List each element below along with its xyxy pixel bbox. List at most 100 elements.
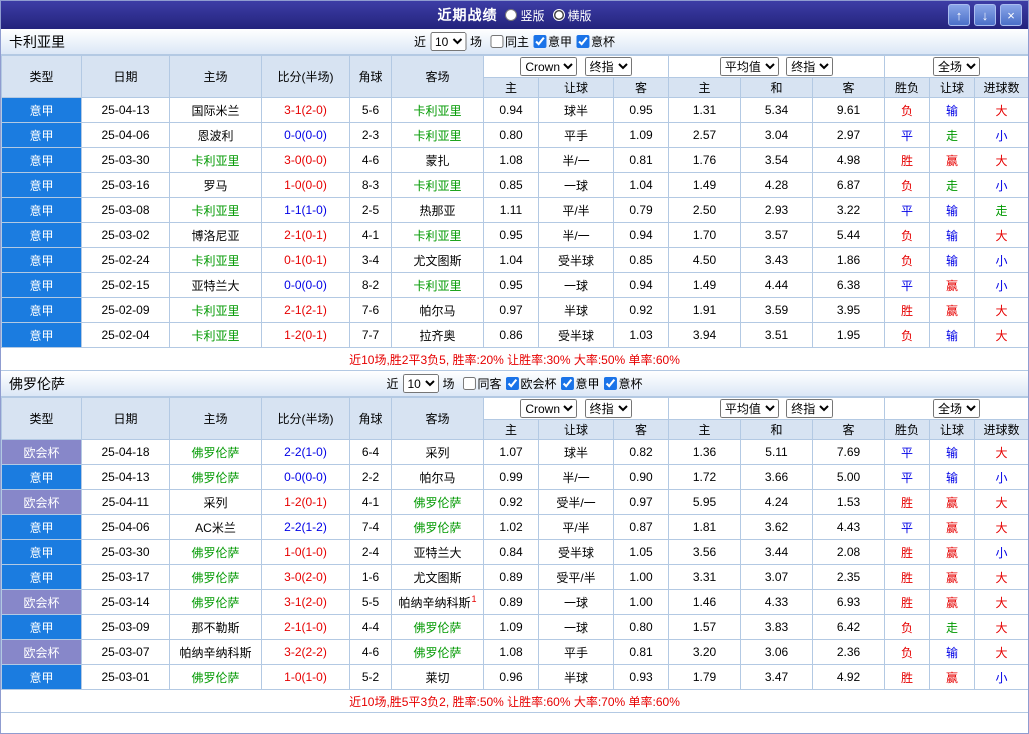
- corner-count: 4-1: [349, 489, 392, 515]
- result-handicap: 输: [929, 464, 976, 490]
- filter-欧会杯[interactable]: 欧会杯: [505, 375, 557, 392]
- asian-handicap: 半/一: [538, 147, 614, 173]
- asian-handicap: 半/一: [538, 222, 614, 248]
- recent-results-popup: 近期战绩 竖版 横版 ↑ ↓ × 卡利亚里 近 10 场 同主 意甲 意杯 类型…: [0, 0, 1029, 734]
- match-row: 欧会杯 25-03-07 帕纳辛纳科斯 3-2(2-2) 4-6 佛罗伦萨 1.08 平手 0.…: [1, 639, 1028, 665]
- result-handicap: 输: [929, 247, 976, 273]
- scope-select[interactable]: 全场: [933, 57, 981, 76]
- bookmaker-select[interactable]: Crown: [520, 399, 578, 418]
- home-team: 博洛尼亚: [169, 222, 262, 248]
- asian-home-odds: 1.07: [483, 439, 539, 465]
- asian-away-odds: 0.81: [613, 147, 669, 173]
- euro-home-odds: 1.31: [668, 97, 741, 123]
- layout-radio-input[interactable]: [505, 9, 518, 21]
- match-date: 25-03-01: [81, 664, 170, 690]
- result-winloss: 负: [884, 639, 931, 665]
- filter-意杯[interactable]: 意杯: [603, 375, 643, 392]
- result-goals: 大: [974, 564, 1028, 590]
- asian-handicap: 平/半: [538, 197, 614, 223]
- filter-意甲[interactable]: 意甲: [533, 33, 572, 50]
- filter-checkbox[interactable]: [603, 377, 617, 390]
- match-rows: 欧会杯 25-04-18 佛罗伦萨 2-2(1-0) 6-4 采列 1.07 球半 0.82 1.…: [1, 439, 1028, 690]
- home-team: 卡利亚里: [169, 322, 262, 348]
- filter-checkbox[interactable]: [505, 377, 519, 390]
- euro-home-odds: 1.57: [668, 614, 741, 640]
- results-table: 类型 日期 主场 比分(半场) 角球 客场 Crown 终指 平均值 终指 全场…: [1, 397, 1028, 690]
- euro-type-select[interactable]: 终指: [786, 57, 834, 76]
- corner-count: 1-6: [349, 564, 392, 590]
- asian-away-odds: 0.93: [613, 664, 669, 690]
- euro-source-select[interactable]: 平均值: [719, 57, 779, 76]
- away-team: 热那亚: [391, 197, 484, 223]
- asian-home-odds: 1.02: [483, 514, 539, 540]
- layout-radio-vertical[interactable]: 竖版: [505, 7, 545, 24]
- filter-意杯[interactable]: 意杯: [576, 33, 615, 50]
- euro-home-odds: 2.57: [668, 122, 741, 148]
- layout-radio-horizontal[interactable]: 横版: [552, 7, 592, 24]
- move-down-button[interactable]: ↓: [974, 4, 996, 26]
- match-row: 欧会杯 25-04-18 佛罗伦萨 2-2(1-0) 6-4 采列 1.07 球半 0.82 1.…: [1, 439, 1028, 465]
- away-team: 拉齐奥: [391, 322, 484, 348]
- euro-away-odds: 6.87: [811, 172, 886, 198]
- asian-handicap: 受平/半: [538, 564, 614, 590]
- euro-away-odds: 6.38: [811, 272, 886, 298]
- filter-checkbox[interactable]: [533, 35, 547, 48]
- scope-select[interactable]: 全场: [933, 399, 981, 418]
- asian-handicap: 半球: [538, 664, 614, 690]
- match-score: 3-2(2-2): [261, 639, 350, 665]
- asian-handicap: 一球: [538, 272, 614, 298]
- match-score: 0-0(0-0): [261, 272, 350, 298]
- asian-odds-select-cell: Crown 终指: [483, 397, 669, 420]
- result-handicap: 输: [929, 97, 976, 123]
- matches-label: 场: [469, 35, 482, 49]
- filter-意甲[interactable]: 意甲: [560, 375, 600, 392]
- filter-checkbox[interactable]: [462, 377, 476, 390]
- result-handicap: 赢: [929, 539, 976, 565]
- odds-type-select[interactable]: 终指: [584, 57, 632, 76]
- col-header-handicap-result: 让球: [929, 77, 976, 98]
- section-header: 卡利亚里 近 10 场 同主 意甲 意杯: [1, 29, 1028, 55]
- match-row: 意甲 25-03-01 佛罗伦萨 1-0(1-0) 5-2 莱切 0.96 半球 0.93 1.7…: [1, 664, 1028, 690]
- close-button[interactable]: ×: [1000, 4, 1022, 26]
- corner-count: 5-5: [349, 589, 392, 615]
- filter-checkbox[interactable]: [560, 377, 574, 390]
- col-header-date: 日期: [81, 397, 170, 440]
- asian-home-odds: 1.08: [483, 147, 539, 173]
- asian-home-odds: 0.89: [483, 564, 539, 590]
- layout-radio-input[interactable]: [552, 9, 565, 21]
- filter-同主[interactable]: 同主: [489, 33, 529, 50]
- result-winloss: 胜: [884, 539, 931, 565]
- euro-source-select[interactable]: 平均值: [719, 399, 779, 418]
- col-header-corners: 角球: [349, 55, 392, 98]
- col-header-corners: 角球: [349, 397, 392, 440]
- result-goals: 小: [974, 122, 1028, 148]
- recent-count-select[interactable]: 10: [429, 32, 466, 51]
- corner-count: 2-3: [349, 122, 392, 148]
- league-badge: 意甲: [1, 322, 82, 348]
- corner-count: 4-4: [349, 614, 392, 640]
- match-date: 25-02-15: [81, 272, 170, 298]
- asian-away-odds: 0.80: [613, 614, 669, 640]
- move-up-button[interactable]: ↑: [948, 4, 970, 26]
- odds-type-select[interactable]: 终指: [584, 399, 632, 418]
- match-row: 意甲 25-03-08 卡利亚里 1-1(1-0) 2-5 热那亚 1.11 平/半 0.79 2…: [1, 197, 1028, 223]
- recent-count-select[interactable]: 10: [402, 374, 439, 393]
- asian-handicap: 受半球: [538, 247, 614, 273]
- home-team: 佛罗伦萨: [169, 539, 262, 565]
- league-badge: 意甲: [1, 97, 82, 123]
- euro-away-odds: 3.22: [811, 197, 886, 223]
- match-score: 3-0(2-0): [261, 564, 350, 590]
- filter-checkbox[interactable]: [489, 35, 503, 48]
- team-section: 卡利亚里 近 10 场 同主 意甲 意杯 类型 日期 主场 比分(半场) 角球 …: [1, 29, 1028, 371]
- result-winloss: 平: [884, 439, 931, 465]
- euro-home-odds: 1.76: [668, 147, 741, 173]
- asian-away-odds: 1.04: [613, 172, 669, 198]
- euro-type-select[interactable]: 终指: [786, 399, 834, 418]
- filter-checkbox[interactable]: [576, 35, 590, 48]
- corner-count: 3-4: [349, 247, 392, 273]
- euro-away-odds: 1.95: [811, 322, 886, 348]
- bookmaker-select[interactable]: Crown: [520, 57, 578, 76]
- filter-同客[interactable]: 同客: [462, 375, 502, 392]
- euro-away-odds: 2.08: [811, 539, 886, 565]
- result-goals: 大: [974, 589, 1028, 615]
